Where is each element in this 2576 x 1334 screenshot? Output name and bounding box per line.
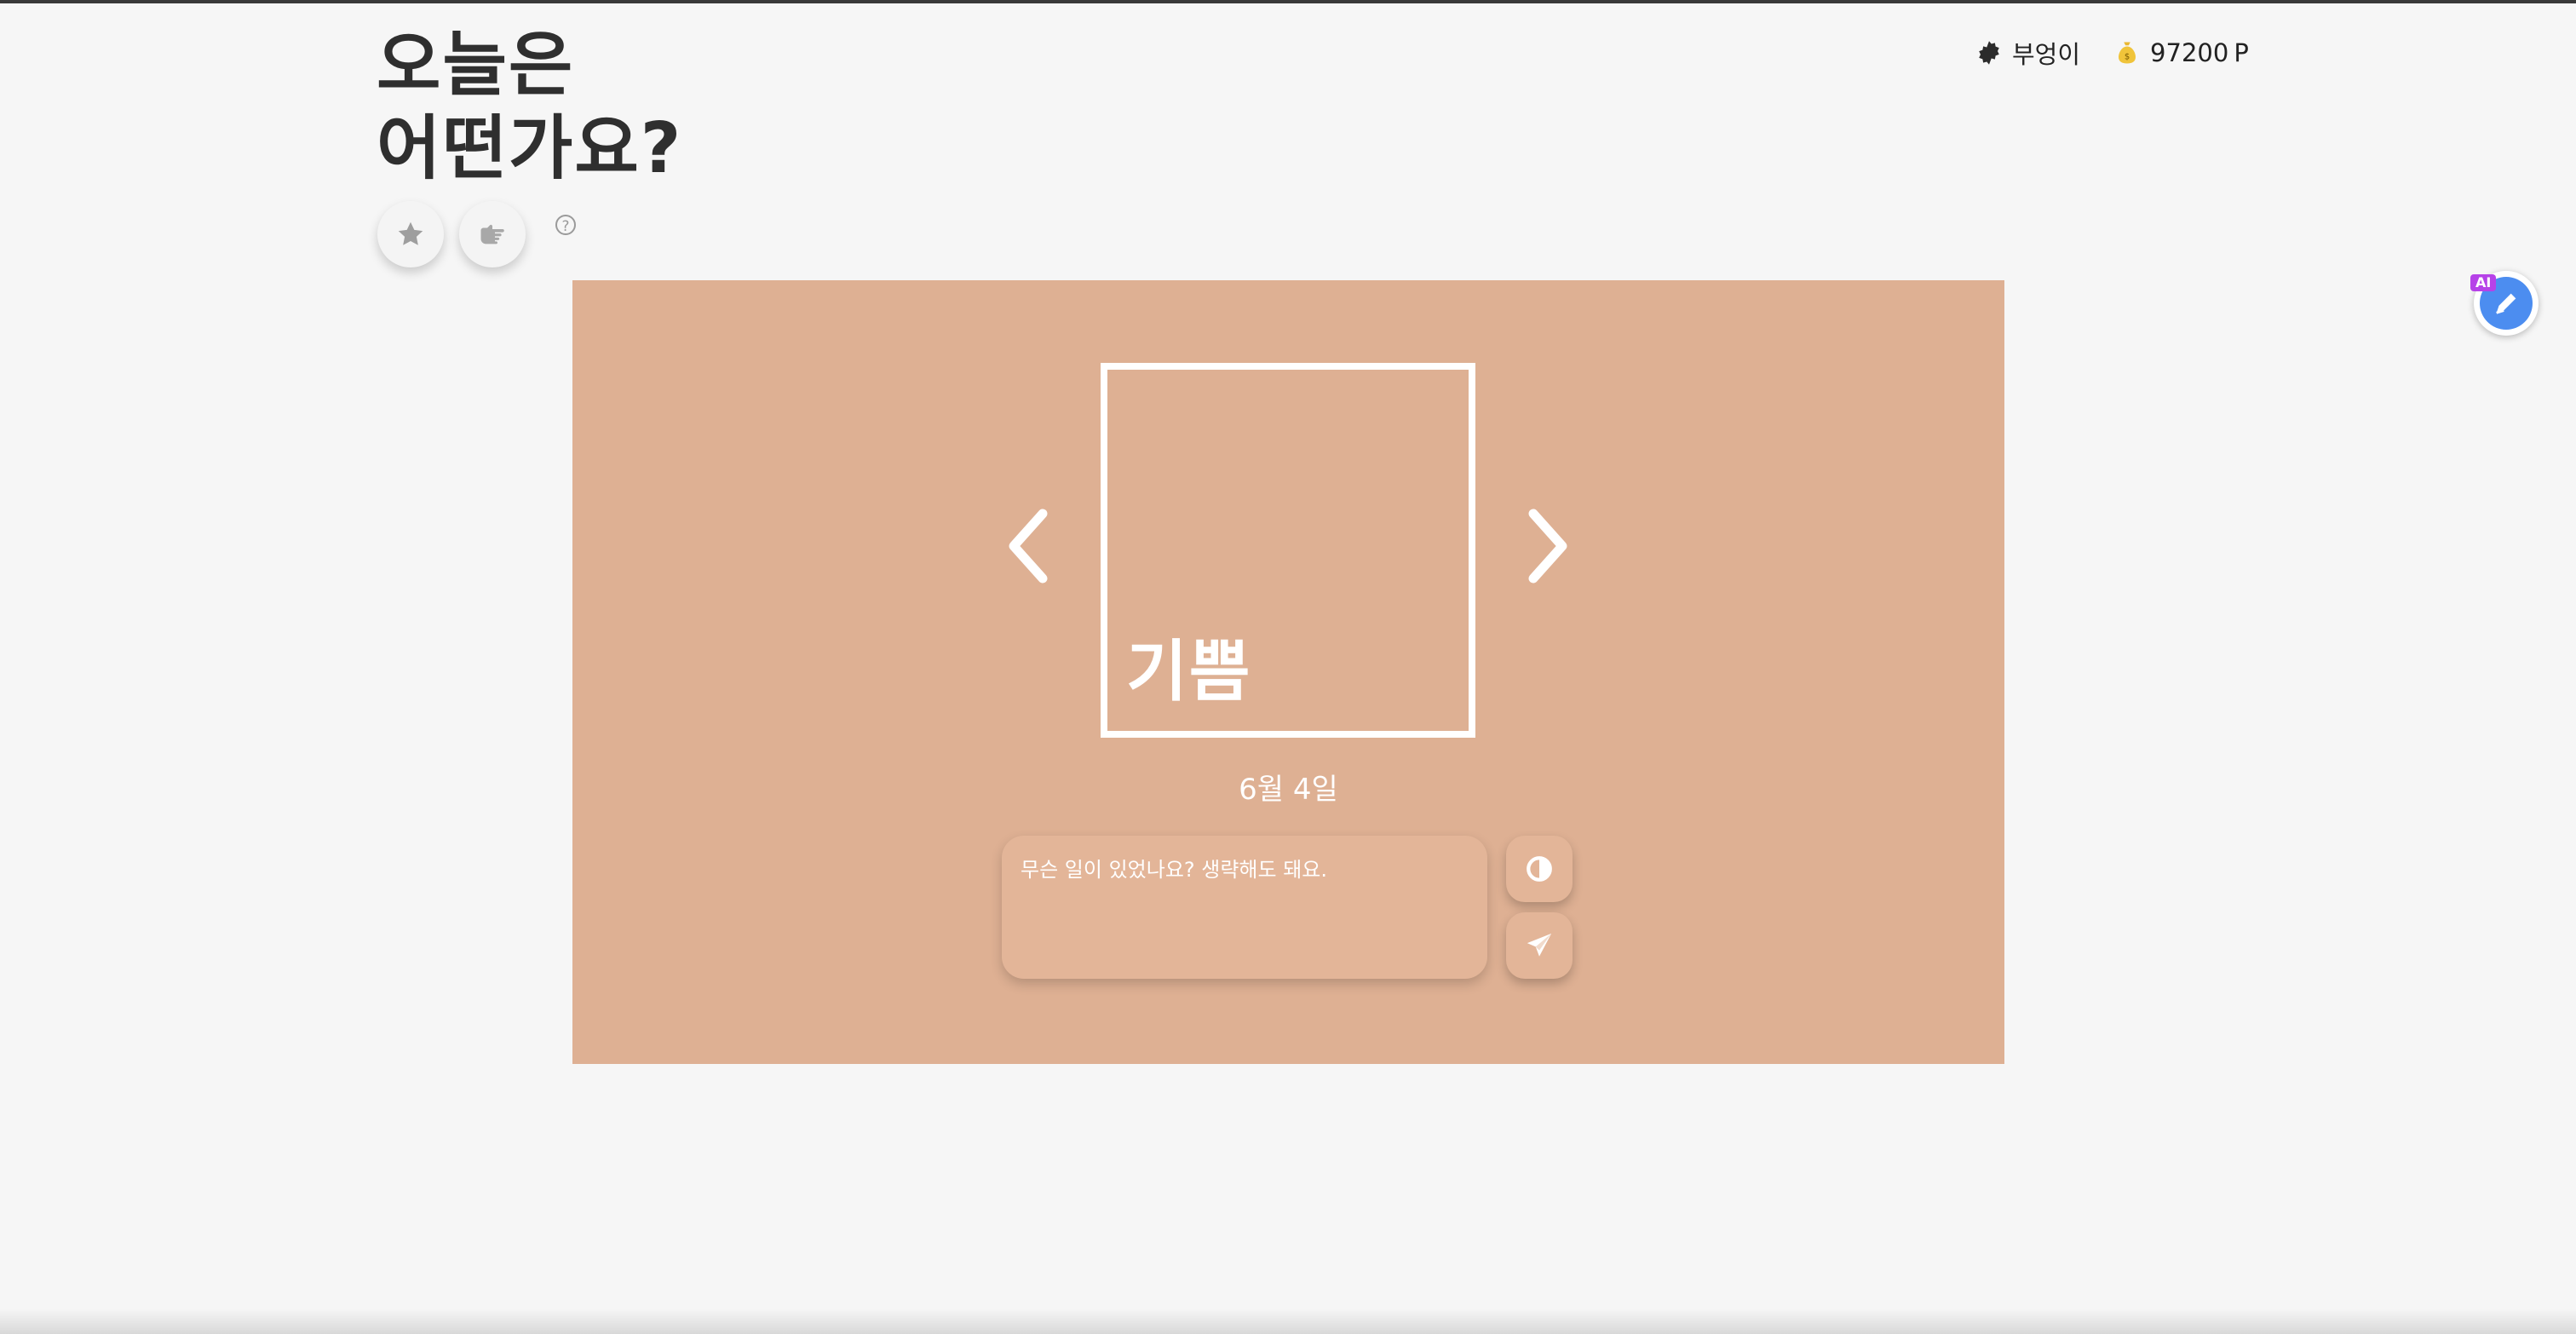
- emotion-label: 기쁨: [1126, 634, 1252, 710]
- star-icon: [398, 221, 423, 245]
- badge-icon: [1979, 41, 1999, 65]
- money-bag-icon: $: [2119, 42, 2136, 64]
- note-input[interactable]: [1019, 851, 1474, 967]
- paper-plane-icon: [1527, 933, 1552, 957]
- send-button[interactable]: [1506, 912, 1573, 979]
- ai-assistant-button[interactable]: AI: [2470, 271, 2539, 336]
- mood-panel: 기쁨 6월 4일: [572, 280, 2004, 1064]
- page-title: 오늘은 어떤가요?: [377, 24, 682, 191]
- filter-button[interactable]: [459, 201, 526, 267]
- svg-text:$: $: [2125, 53, 2130, 62]
- contrast-icon: [1527, 856, 1552, 882]
- user-area: 부엉이 $ 97200 P: [1976, 34, 2249, 72]
- emotion-frame[interactable]: 기쁨: [1101, 363, 1475, 738]
- points-unit: P: [2234, 38, 2249, 67]
- favorite-button[interactable]: [377, 201, 444, 267]
- pen-icon: [2496, 293, 2516, 314]
- note-box: [1002, 836, 1487, 979]
- page-title-line-2: 어떤가요?: [377, 108, 683, 189]
- window-bottom-shadow: [0, 1308, 2576, 1334]
- pointing-hand-icon: [480, 224, 504, 244]
- help-icon[interactable]: ?: [555, 215, 576, 235]
- window-top-border: [0, 0, 2576, 3]
- ai-badge: AI: [2470, 274, 2497, 291]
- points-value: 97200 P: [2150, 38, 2249, 67]
- points-amount: 97200: [2150, 38, 2229, 67]
- theme-toggle-button[interactable]: [1506, 836, 1573, 902]
- chevron-right-icon[interactable]: [1518, 503, 1578, 589]
- page-title-line-1: 오늘은: [377, 25, 575, 106]
- date-label: 6월 4일: [1239, 773, 1338, 807]
- chevron-left-icon[interactable]: [998, 503, 1058, 589]
- username[interactable]: 부엉이: [2012, 35, 2080, 71]
